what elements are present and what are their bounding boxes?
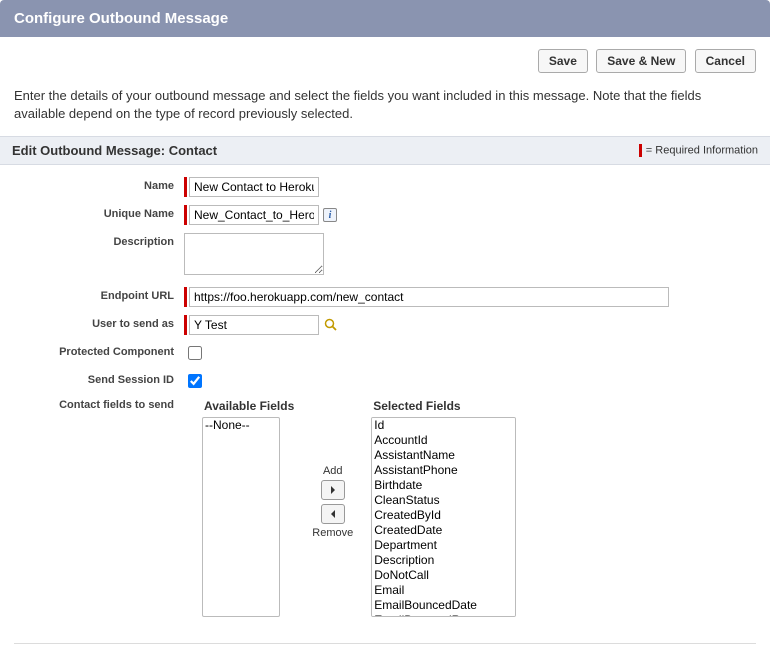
lookup-icon[interactable] bbox=[323, 317, 339, 333]
selected-option[interactable]: CleanStatus bbox=[372, 493, 515, 508]
name-label: Name bbox=[14, 177, 184, 192]
available-fields-select[interactable]: --None-- bbox=[202, 417, 280, 617]
send-session-id-label: Send Session ID bbox=[14, 371, 184, 386]
cancel-button[interactable]: Cancel bbox=[695, 49, 756, 73]
selected-fields-select[interactable]: IdAccountIdAssistantNameAssistantPhoneBi… bbox=[371, 417, 516, 617]
intro-text: Enter the details of your outbound messa… bbox=[0, 79, 770, 136]
selected-option[interactable]: CreatedDate bbox=[372, 523, 515, 538]
save-and-new-button[interactable]: Save & New bbox=[596, 49, 686, 73]
selected-option[interactable]: AssistantPhone bbox=[372, 463, 515, 478]
add-button[interactable] bbox=[321, 480, 345, 500]
unique-name-label: Unique Name bbox=[14, 205, 184, 220]
selected-option[interactable]: Department bbox=[372, 538, 515, 553]
selected-option[interactable]: Id bbox=[372, 418, 515, 433]
protected-component-checkbox[interactable] bbox=[188, 346, 202, 360]
remove-label: Remove bbox=[312, 527, 353, 539]
user-to-send-as-label: User to send as bbox=[14, 315, 184, 330]
unique-name-input[interactable] bbox=[189, 205, 319, 225]
selected-option[interactable]: CreatedById bbox=[372, 508, 515, 523]
multiselect-area: Available Fields --None-- Add Remove bbox=[202, 399, 516, 617]
selected-option[interactable]: DoNotCall bbox=[372, 568, 515, 583]
description-label: Description bbox=[14, 233, 184, 248]
selected-option[interactable]: AssistantName bbox=[372, 448, 515, 463]
section-header: Edit Outbound Message: Contact = Require… bbox=[0, 136, 770, 165]
required-marker bbox=[184, 205, 187, 225]
selected-option[interactable]: Email bbox=[372, 583, 515, 598]
protected-component-label: Protected Component bbox=[14, 343, 184, 358]
available-option[interactable]: --None-- bbox=[203, 418, 279, 433]
selected-option[interactable]: AccountId bbox=[372, 433, 515, 448]
user-to-send-as-input[interactable] bbox=[189, 315, 319, 335]
info-icon[interactable]: i bbox=[323, 208, 337, 222]
remove-button[interactable] bbox=[321, 504, 345, 524]
required-info: = Required Information bbox=[639, 144, 758, 157]
action-button-row: Save Save & New Cancel bbox=[0, 37, 770, 79]
endpoint-url-input[interactable] bbox=[189, 287, 669, 307]
page-header: Configure Outbound Message bbox=[0, 0, 770, 37]
section-title: Edit Outbound Message: Contact bbox=[12, 143, 217, 158]
page-title: Configure Outbound Message bbox=[14, 10, 228, 27]
selected-option[interactable]: Birthdate bbox=[372, 478, 515, 493]
selected-option[interactable]: Description bbox=[372, 553, 515, 568]
required-marker bbox=[184, 287, 187, 307]
description-textarea[interactable] bbox=[184, 233, 324, 275]
selected-option[interactable]: EmailBouncedDate bbox=[372, 598, 515, 613]
contact-fields-label: Contact fields to send bbox=[14, 399, 184, 411]
form-area: Name Unique Name i Description Endpoint … bbox=[0, 165, 770, 643]
required-info-text: = Required Information bbox=[646, 145, 758, 157]
endpoint-url-label: Endpoint URL bbox=[14, 287, 184, 302]
required-marker bbox=[184, 315, 187, 335]
send-session-id-checkbox[interactable] bbox=[188, 374, 202, 388]
arrow-left-icon bbox=[328, 509, 338, 519]
footer-divider bbox=[14, 643, 756, 644]
required-marker bbox=[184, 177, 187, 197]
save-button[interactable]: Save bbox=[538, 49, 588, 73]
arrow-right-icon bbox=[328, 485, 338, 495]
required-indicator-icon bbox=[639, 144, 642, 157]
name-input[interactable] bbox=[189, 177, 319, 197]
selected-option[interactable]: EmailBouncedReason bbox=[372, 613, 515, 617]
selected-fields-title: Selected Fields bbox=[371, 399, 516, 413]
available-fields-title: Available Fields bbox=[202, 399, 294, 413]
add-label: Add bbox=[323, 465, 343, 477]
